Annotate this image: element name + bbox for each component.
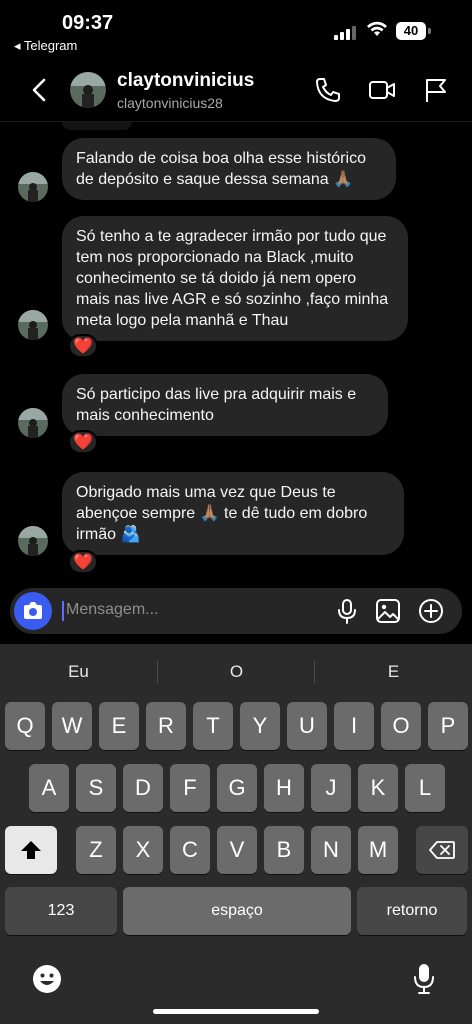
key-f[interactable]: F xyxy=(170,764,210,812)
return-key[interactable]: retorno xyxy=(357,887,467,935)
status-bar: 09:37 ◂ Telegram 40 xyxy=(0,0,472,58)
key-m[interactable]: M xyxy=(358,826,398,874)
report-flag-icon[interactable] xyxy=(422,76,450,104)
key-r[interactable]: R xyxy=(146,702,186,750)
heart-reaction[interactable]: ❤️ xyxy=(68,334,98,358)
shift-key[interactable] xyxy=(5,826,57,874)
sender-avatar[interactable] xyxy=(18,526,48,556)
gallery-icon[interactable] xyxy=(375,598,401,624)
key-a[interactable]: A xyxy=(29,764,69,812)
cellular-signal-icon xyxy=(334,24,358,40)
on-screen-keyboard: Eu O E Q W E R T Y U I O P A S D F G H J… xyxy=(0,644,472,1024)
message-list[interactable]: Falando de coisa boa olha esse histórico… xyxy=(0,122,472,582)
battery-tip xyxy=(428,28,431,34)
key-k[interactable]: K xyxy=(358,764,398,812)
key-e[interactable]: E xyxy=(99,702,139,750)
message-input[interactable]: Mensagem... xyxy=(66,601,158,619)
shift-arrow-icon xyxy=(21,841,41,859)
add-plus-icon[interactable] xyxy=(418,598,444,624)
message-composer[interactable]: Mensagem... xyxy=(10,588,462,634)
space-key[interactable]: espaço xyxy=(123,887,351,935)
heart-reaction[interactable]: ❤️ xyxy=(68,550,98,574)
contact-avatar[interactable] xyxy=(70,72,106,108)
key-z[interactable]: Z xyxy=(76,826,116,874)
heart-reaction[interactable]: ❤️ xyxy=(68,430,98,454)
phone-call-icon[interactable] xyxy=(314,76,342,104)
message-bubble[interactable]: Obrigado mais uma vez que Deus te abenço… xyxy=(62,472,404,555)
key-g[interactable]: G xyxy=(217,764,257,812)
dictation-microphone-icon[interactable] xyxy=(412,962,436,996)
key-v[interactable]: V xyxy=(217,826,257,874)
battery-icon: 40 xyxy=(396,22,426,40)
clock: 09:37 xyxy=(62,12,114,34)
numbers-key[interactable]: 123 xyxy=(5,887,117,935)
sender-avatar[interactable] xyxy=(18,172,48,202)
sender-avatar[interactable] xyxy=(18,408,48,438)
key-t[interactable]: T xyxy=(193,702,233,750)
previous-message-edge xyxy=(62,122,132,130)
camera-icon xyxy=(24,602,42,619)
key-u[interactable]: U xyxy=(287,702,327,750)
home-indicator xyxy=(153,1009,319,1014)
key-b[interactable]: B xyxy=(264,826,304,874)
key-i[interactable]: I xyxy=(334,702,374,750)
chat-header: claytonvinicius claytonvinicius28 xyxy=(0,58,472,122)
key-h[interactable]: H xyxy=(264,764,304,812)
backspace-icon xyxy=(429,841,455,859)
suggestion-2[interactable]: O xyxy=(158,662,315,682)
suggestion-3[interactable]: E xyxy=(315,662,472,682)
key-w[interactable]: W xyxy=(52,702,92,750)
microphone-icon[interactable] xyxy=(334,598,360,624)
camera-button[interactable] xyxy=(14,592,52,630)
video-call-icon[interactable] xyxy=(368,76,396,104)
key-y[interactable]: Y xyxy=(240,702,280,750)
suggestion-1[interactable]: Eu xyxy=(0,662,157,682)
text-caret xyxy=(62,601,64,621)
key-o[interactable]: O xyxy=(381,702,421,750)
key-x[interactable]: X xyxy=(123,826,163,874)
sender-avatar[interactable] xyxy=(18,310,48,340)
message-bubble[interactable]: Só participo das live pra adquirir mais … xyxy=(62,374,388,436)
contact-username: claytonvinicius28 xyxy=(117,95,223,111)
emoji-icon[interactable] xyxy=(32,964,62,994)
backspace-key[interactable] xyxy=(416,826,468,874)
key-c[interactable]: C xyxy=(170,826,210,874)
key-s[interactable]: S xyxy=(76,764,116,812)
key-l[interactable]: L xyxy=(405,764,445,812)
back-to-telegram-link[interactable]: ◂ Telegram xyxy=(14,38,77,54)
key-d[interactable]: D xyxy=(123,764,163,812)
contact-name[interactable]: claytonvinicius xyxy=(117,70,254,92)
key-j[interactable]: J xyxy=(311,764,351,812)
suggestion-bar: Eu O E xyxy=(0,644,472,700)
key-q[interactable]: Q xyxy=(5,702,45,750)
key-n[interactable]: N xyxy=(311,826,351,874)
message-bubble[interactable]: Só tenho a te agradecer irmão por tudo q… xyxy=(62,216,408,341)
key-p[interactable]: P xyxy=(428,702,468,750)
wifi-icon xyxy=(367,21,387,36)
message-bubble[interactable]: Falando de coisa boa olha esse histórico… xyxy=(62,138,396,200)
back-arrow-icon[interactable] xyxy=(26,76,54,104)
